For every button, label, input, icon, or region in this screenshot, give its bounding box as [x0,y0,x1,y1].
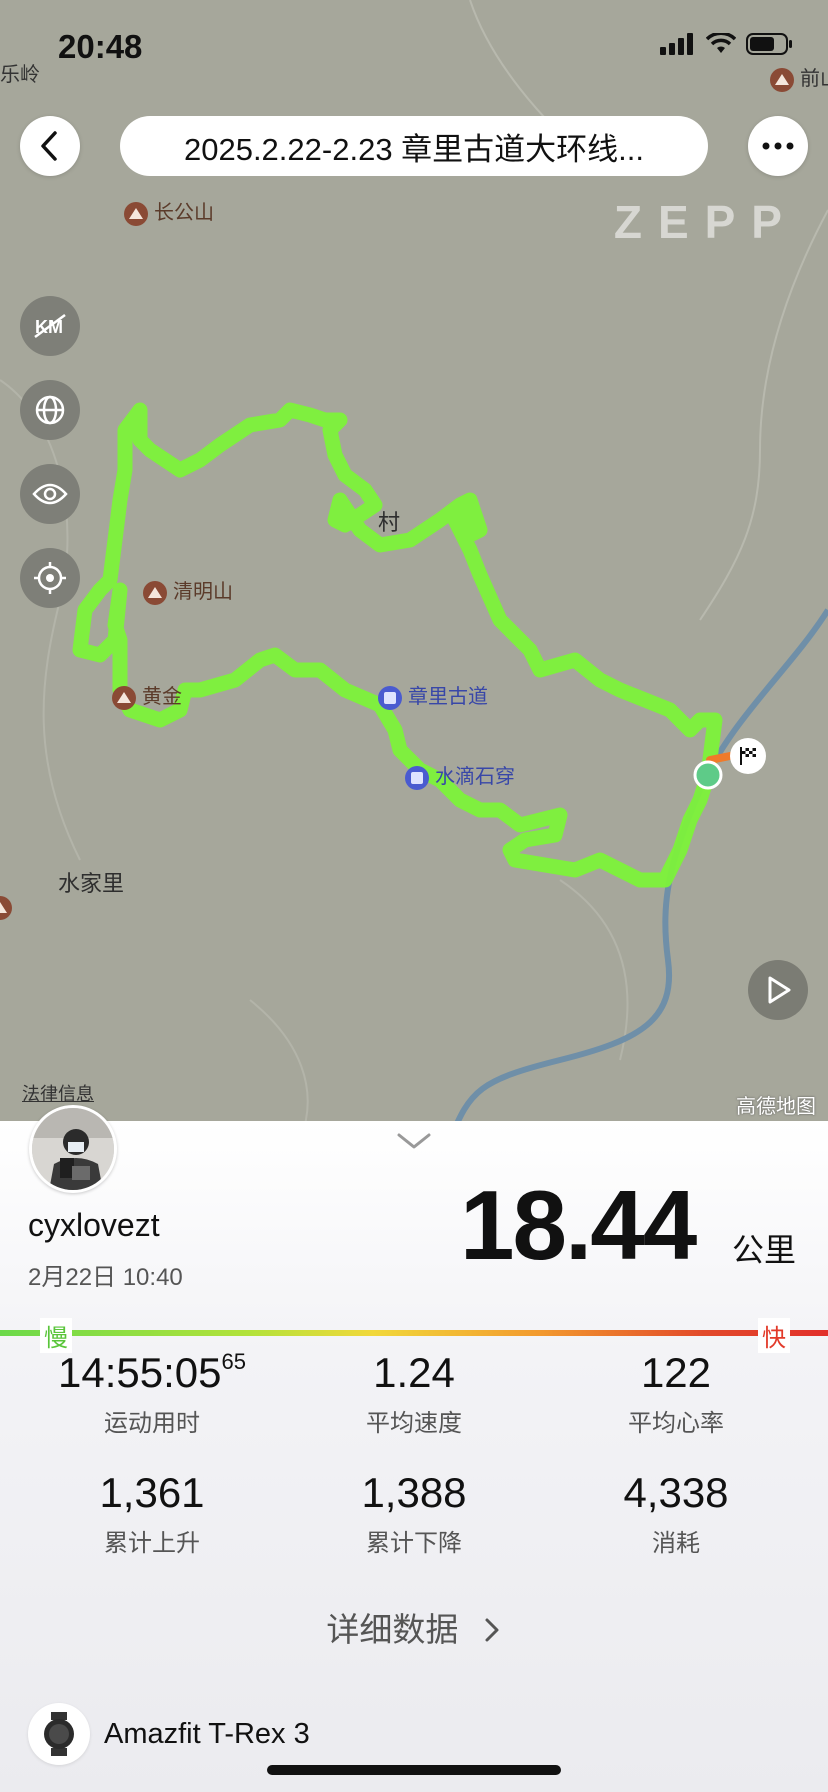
visibility-button[interactable] [20,464,80,524]
stat-value: 1,388 [361,1469,467,1516]
more-dots-icon [762,142,794,150]
landmark-icon [378,685,402,710]
stat-label: 平均心率 [628,1410,724,1437]
stat-label: 运动用时 [104,1410,200,1437]
stat-label: 累计下降 [366,1530,462,1557]
detail-data-link[interactable]: 详细数据 [0,1603,828,1651]
replay-button[interactable] [748,960,808,1020]
stat-value-hundredths: 65 [221,1349,246,1374]
user-photo [32,1108,114,1190]
finish-flag-icon [730,738,766,774]
globe-icon [35,395,65,425]
back-button[interactable] [20,116,80,176]
stat-avg-speed: 1.24 平均速度 [276,1349,552,1438]
total-distance: 18.44 [460,1170,697,1280]
watch-icon [28,1703,90,1765]
home-indicator [267,1765,561,1775]
status-time: 20:48 [58,28,143,65]
stat-duration: 14:55:0565 运动用时 [14,1349,290,1438]
device-row[interactable]: Amazfit T-Rex 3 [28,1703,310,1765]
chevron-down-icon[interactable] [396,1131,432,1151]
chevron-right-icon [485,1618,499,1642]
wifi-icon [706,33,736,53]
stat-value: 1.24 [373,1349,455,1396]
cellular-signal-icon [660,33,693,55]
locate-icon [34,562,66,594]
map-label-zhangli-gudao: 章里古道 [378,680,488,710]
fast-label: 快 [758,1318,790,1353]
legal-info-link[interactable]: 法律信息 [22,1080,94,1106]
landmark-icon [405,765,429,790]
slow-label: 慢 [40,1318,72,1353]
mountain-icon [770,67,794,92]
stat-label: 消耗 [652,1530,700,1557]
stat-avg-heart-rate: 122 平均心率 [538,1349,814,1438]
pace-gradient-bar [0,1330,828,1336]
activity-title[interactable]: 2025.2.22-2.23 章里古道大环线... [120,116,708,176]
map-label-leling: 乐岭 [0,64,40,86]
map-label-changgongshan: 长公山 [124,196,214,226]
more-button[interactable] [748,116,808,176]
map-provider-logo: 高德地图 [736,1096,816,1118]
stat-total-ascent: 1,361 累计上升 [14,1469,290,1558]
stat-value: 14:55:05 [58,1349,222,1396]
detail-data-label: 详细数据 [326,1611,459,1648]
mountain-icon [112,685,136,710]
zepp-logo: ZEPP [613,196,798,248]
eye-icon [32,483,68,505]
map-layer-button[interactable] [20,380,80,440]
pace-legend: 慢 快 [0,1318,828,1353]
activity-summary-sheet: cyxlovezt 2月22日 10:40 18.44 公里 慢 快 14:55… [0,1105,828,1792]
stat-total-descent: 1,388 累计下降 [276,1469,552,1558]
play-icon [768,976,791,1004]
username: cyxlovezt [28,1207,160,1243]
device-name: Amazfit T-Rex 3 [104,1717,310,1750]
stat-label: 累计上升 [104,1530,200,1557]
map-label-shuijiali: 水家里 [58,871,125,896]
avatar[interactable] [29,1105,117,1193]
distance-unit: 公里 [732,1232,797,1268]
map-label-qianshan: 前山 [770,62,828,92]
mountain-icon [124,201,148,226]
chevron-left-icon [41,131,57,161]
km-markers-toggle[interactable]: KM [20,296,80,356]
route-map[interactable]: 乐岭 前山 长公山 村 清明山 黄金 章里古道 水滴石穿 水家里 20:48 2… [0,0,828,1140]
stat-value: 1,361 [99,1469,205,1516]
activity-datetime: 2月22日 10:40 [28,1264,183,1291]
stat-calories: 4,338 消耗 [538,1469,814,1558]
battery-icon [746,33,792,55]
mountain-icon [143,580,167,605]
stat-label: 平均速度 [366,1410,462,1437]
km-off-icon: KM [34,313,66,339]
map-label-shuidi-shichuan: 水滴石穿 [405,760,515,790]
status-icons [660,32,794,56]
map-label-qingmingshan: 清明山 [143,575,233,605]
mountain-icon [0,896,18,920]
map-label-huangjin: 黄金 [112,680,182,710]
stat-value: 4,338 [623,1469,729,1516]
map-label-cun: 村 [378,510,401,535]
locate-button[interactable] [20,548,80,608]
stat-value: 122 [640,1349,712,1396]
